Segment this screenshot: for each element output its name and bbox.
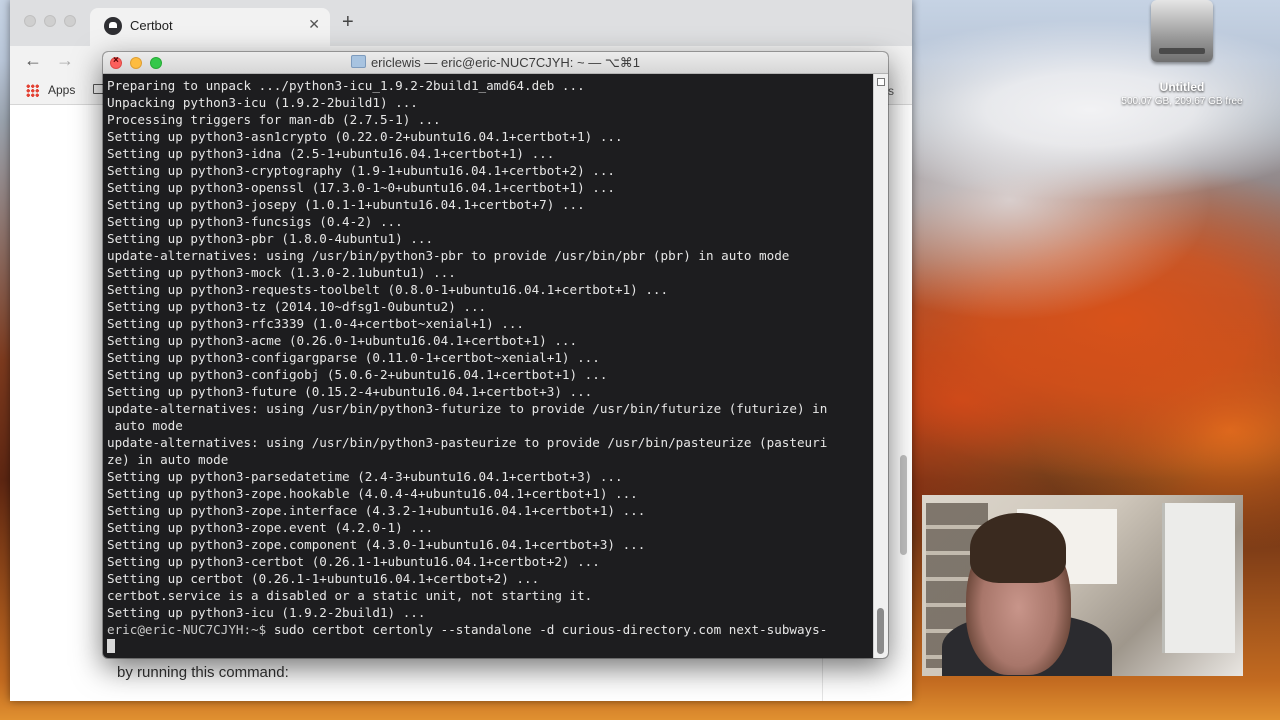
terminal-line: Setting up python3-idna (2.5-1+ubuntu16.…	[107, 146, 555, 161]
page-instruction-text: by running this command:	[117, 664, 289, 681]
terminal-line: Setting up python3-cryptography (1.9-1+u…	[107, 163, 615, 178]
browser-maximize-button[interactable]	[64, 15, 76, 27]
terminal-line: Setting up python3-configargparse (0.11.…	[107, 350, 600, 365]
disk-info: 500.07 GB, 209.67 GB free	[1121, 96, 1243, 107]
back-button[interactable]: ←	[24, 50, 42, 71]
terminal-line: Setting up python3-future (0.15.2-4+ubun…	[107, 384, 593, 399]
terminal-line: update-alternatives: using /usr/bin/pyth…	[107, 248, 790, 263]
terminal-line: update-alternatives: using /usr/bin/pyth…	[107, 435, 828, 450]
terminal-line: Setting up python3-openssl (17.3.0-1~0+u…	[107, 180, 615, 195]
terminal-output[interactable]: Preparing to unpack .../python3-icu_1.9.…	[103, 74, 874, 658]
terminal-line: Setting up python3-zope.component (4.3.0…	[107, 537, 646, 552]
terminal-line: Setting up python3-icu (1.9.2-2build1) .…	[107, 605, 426, 620]
tab-certbot[interactable]: Certbot ✕	[90, 8, 330, 46]
apps-grid-icon[interactable]	[26, 84, 39, 97]
terminal-line: Setting up python3-configobj (5.0.6-2+ub…	[107, 367, 608, 382]
terminal-line: Preparing to unpack .../python3-icu_1.9.…	[107, 78, 585, 93]
terminal-titlebar[interactable]: ericlewis — eric@eric-NUC7CJYH: ~ — ⌥⌘1	[103, 52, 888, 74]
terminal-line: certbot.service is a disabled or a stati…	[107, 588, 593, 603]
tab-title: Certbot	[130, 18, 173, 33]
split-pane-icon[interactable]	[877, 78, 885, 86]
hard-drive-icon	[1151, 0, 1213, 62]
terminal-line: Setting up python3-mock (1.3.0-2.1ubuntu…	[107, 265, 456, 280]
terminal-line: update-alternatives: using /usr/bin/pyth…	[107, 401, 828, 416]
terminal-line: Setting up python3-rfc3339 (1.0-4+certbo…	[107, 316, 525, 331]
page-scrollbar[interactable]	[900, 455, 907, 555]
desktop-disk-icon[interactable]: Untitled 500.07 GB, 209.67 GB free	[1114, 0, 1250, 112]
terminal-line: Setting up python3-zope.interface (4.3.2…	[107, 503, 646, 518]
terminal-scrollbar[interactable]	[873, 74, 888, 658]
terminal-line: Unpacking python3-icu (1.9.2-2build1) ..…	[107, 95, 418, 110]
terminal-prompt-line: eric@eric-NUC7CJYH:~$ sudo certbot certo…	[107, 621, 870, 638]
bookmark-apps[interactable]: Apps	[48, 83, 75, 97]
webcam-overlay	[922, 495, 1243, 676]
shell-prompt: eric@eric-NUC7CJYH:~$	[107, 622, 267, 637]
forward-button[interactable]: →	[56, 50, 74, 71]
terminal-line: Setting up python3-zope.event (4.2.0-1) …	[107, 520, 434, 535]
browser-minimize-button[interactable]	[44, 15, 56, 27]
certbot-favicon-icon	[104, 17, 122, 35]
new-tab-button[interactable]: +	[342, 12, 354, 32]
browser-close-button[interactable]	[24, 15, 36, 27]
browser-tab-strip: Certbot ✕ +	[10, 0, 912, 46]
typed-command[interactable]: sudo certbot certonly --standalone -d cu…	[266, 622, 828, 637]
terminal-line: Setting up python3-parsedatetime (2.4-3+…	[107, 469, 623, 484]
terminal-line: Processing triggers for man-db (2.7.5-1)…	[107, 112, 441, 127]
terminal-cursor	[107, 639, 115, 653]
terminal-line: auto mode	[107, 418, 183, 433]
terminal-line: Setting up python3-pbr (1.8.0-4ubuntu1) …	[107, 231, 434, 246]
terminal-scroll-thumb[interactable]	[877, 608, 884, 654]
terminal-line: ze) in auto mode	[107, 452, 229, 467]
terminal-input-line[interactable]	[107, 638, 870, 655]
disk-name: Untitled	[1159, 80, 1205, 94]
terminal-line: Setting up python3-certbot (0.26.1-1+ubu…	[107, 554, 600, 569]
terminal-line: Setting up python3-asn1crypto (0.22.0-2+…	[107, 129, 623, 144]
terminal-window: ericlewis — eric@eric-NUC7CJYH: ~ — ⌥⌘1 …	[103, 52, 888, 658]
terminal-line: Setting up python3-funcsigs (0.4-2) ...	[107, 214, 403, 229]
terminal-line: Setting up python3-tz (2014.10~dfsg1-0ub…	[107, 299, 487, 314]
terminal-line: Setting up python3-zope.hookable (4.0.4-…	[107, 486, 638, 501]
tab-close-icon[interactable]: ✕	[308, 16, 320, 33]
terminal-title: ericlewis — eric@eric-NUC7CJYH: ~ — ⌥⌘1	[370, 55, 641, 70]
terminal-line: Setting up certbot (0.26.1-1+ubuntu16.04…	[107, 571, 540, 586]
home-folder-icon	[350, 55, 366, 68]
terminal-line: Setting up python3-acme (0.26.0-1+ubuntu…	[107, 333, 578, 348]
terminal-line: Setting up python3-requests-toolbelt (0.…	[107, 282, 669, 297]
terminal-line: Setting up python3-josepy (1.0.1-1+ubunt…	[107, 197, 585, 212]
